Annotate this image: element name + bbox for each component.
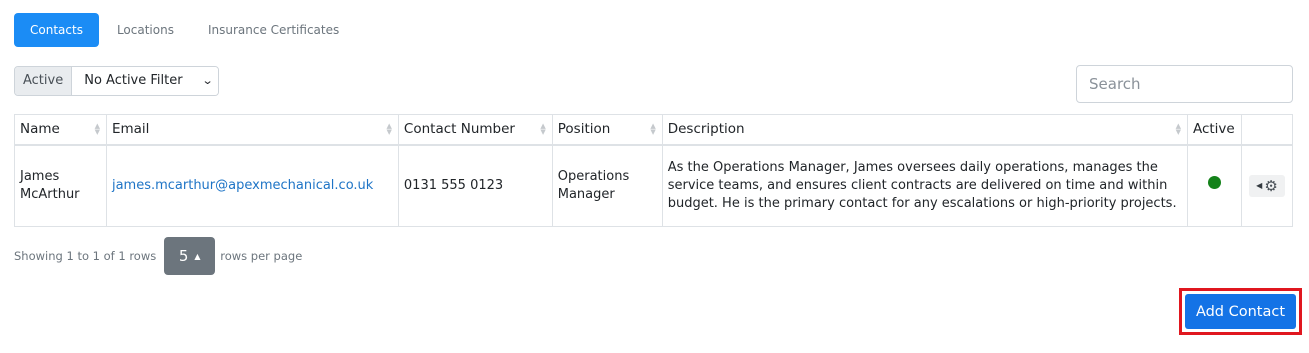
add-contact-highlight: Add Contact (1179, 288, 1302, 335)
cell-contact-number: 0131 555 0123 (397, 144, 553, 227)
cell-name: James McArthur (14, 144, 107, 227)
sort-icon: ▲ ▼ (94, 122, 100, 136)
sort-icon: ▲ ▼ (540, 122, 546, 136)
column-header-position[interactable]: Position ▲ ▼ (551, 114, 663, 146)
column-header-label: Position (557, 121, 611, 138)
table-row: James McArthur james.mcarthur@apexmechan… (14, 144, 1294, 227)
email-link[interactable]: james.mcarthur@apexmechanical.co.uk (112, 178, 373, 193)
column-header-name[interactable]: Name ▲ ▼ (14, 114, 107, 146)
tab-locations[interactable]: Locations (101, 13, 190, 47)
column-header-label: Active (1192, 121, 1235, 138)
active-filter-select[interactable]: No Active Filter ⌄ (72, 67, 219, 95)
caret-up-icon: ▲ (194, 251, 201, 261)
sort-icon: ▲ ▼ (386, 122, 392, 136)
caret-left-icon: ◀ (1256, 180, 1263, 190)
column-header-label: Email (111, 121, 150, 138)
column-header-label: Name (20, 121, 60, 138)
cell-actions: ◀ ⚙ (1240, 144, 1294, 227)
column-header-contact-number[interactable]: Contact Number ▲ ▼ (397, 114, 553, 146)
column-header-label: Contact Number (403, 121, 515, 138)
contacts-table: Name ▲ ▼ Email ▲ ▼ Contact Number ▲ ▼ Position… (14, 114, 1294, 227)
pagination: Showing 1 to 1 of 1 rows 5 ▲ rows per pa… (14, 237, 302, 275)
table-header-row: Name ▲ ▼ Email ▲ ▼ Contact Number ▲ ▼ Position… (14, 114, 1294, 146)
pagination-info: Showing 1 to 1 of 1 rows (14, 249, 157, 263)
sort-icon: ▲ ▼ (650, 122, 656, 136)
rows-per-page-label: rows per page (220, 249, 303, 263)
row-actions-button[interactable]: ◀ ⚙ (1248, 174, 1285, 197)
tab-contacts[interactable]: Contacts (14, 13, 99, 47)
tab-bar: Contacts Locations Insurance Certificate… (14, 13, 357, 47)
search-input[interactable] (1076, 65, 1293, 103)
column-header-label: Description (667, 121, 745, 138)
column-header-active: Active (1186, 114, 1242, 146)
active-status-dot (1207, 176, 1221, 190)
sort-icon: ▲ ▼ (1175, 122, 1181, 136)
cell-position: Operations Manager (551, 144, 663, 227)
active-filter: Active No Active Filter ⌄ (14, 66, 220, 96)
cell-description: As the Operations Manager, James oversee… (661, 144, 1188, 227)
tab-insurance-certificates[interactable]: Insurance Certificates (192, 13, 355, 47)
column-header-email[interactable]: Email ▲ ▼ (105, 114, 399, 146)
chevron-down-icon: ⌄ (201, 74, 214, 87)
add-contact-button[interactable]: Add Contact (1185, 294, 1296, 329)
gear-icon: ⚙ (1264, 176, 1278, 195)
page-size-value: 5 (178, 247, 189, 265)
column-header-actions (1240, 114, 1294, 146)
cell-active (1186, 144, 1242, 227)
active-filter-value: No Active Filter (84, 73, 183, 88)
column-header-description[interactable]: Description ▲ ▼ (661, 114, 1188, 146)
page-size-button[interactable]: 5 ▲ (164, 237, 216, 275)
cell-email: james.mcarthur@apexmechanical.co.uk (105, 144, 399, 227)
active-filter-label: Active (15, 67, 73, 95)
